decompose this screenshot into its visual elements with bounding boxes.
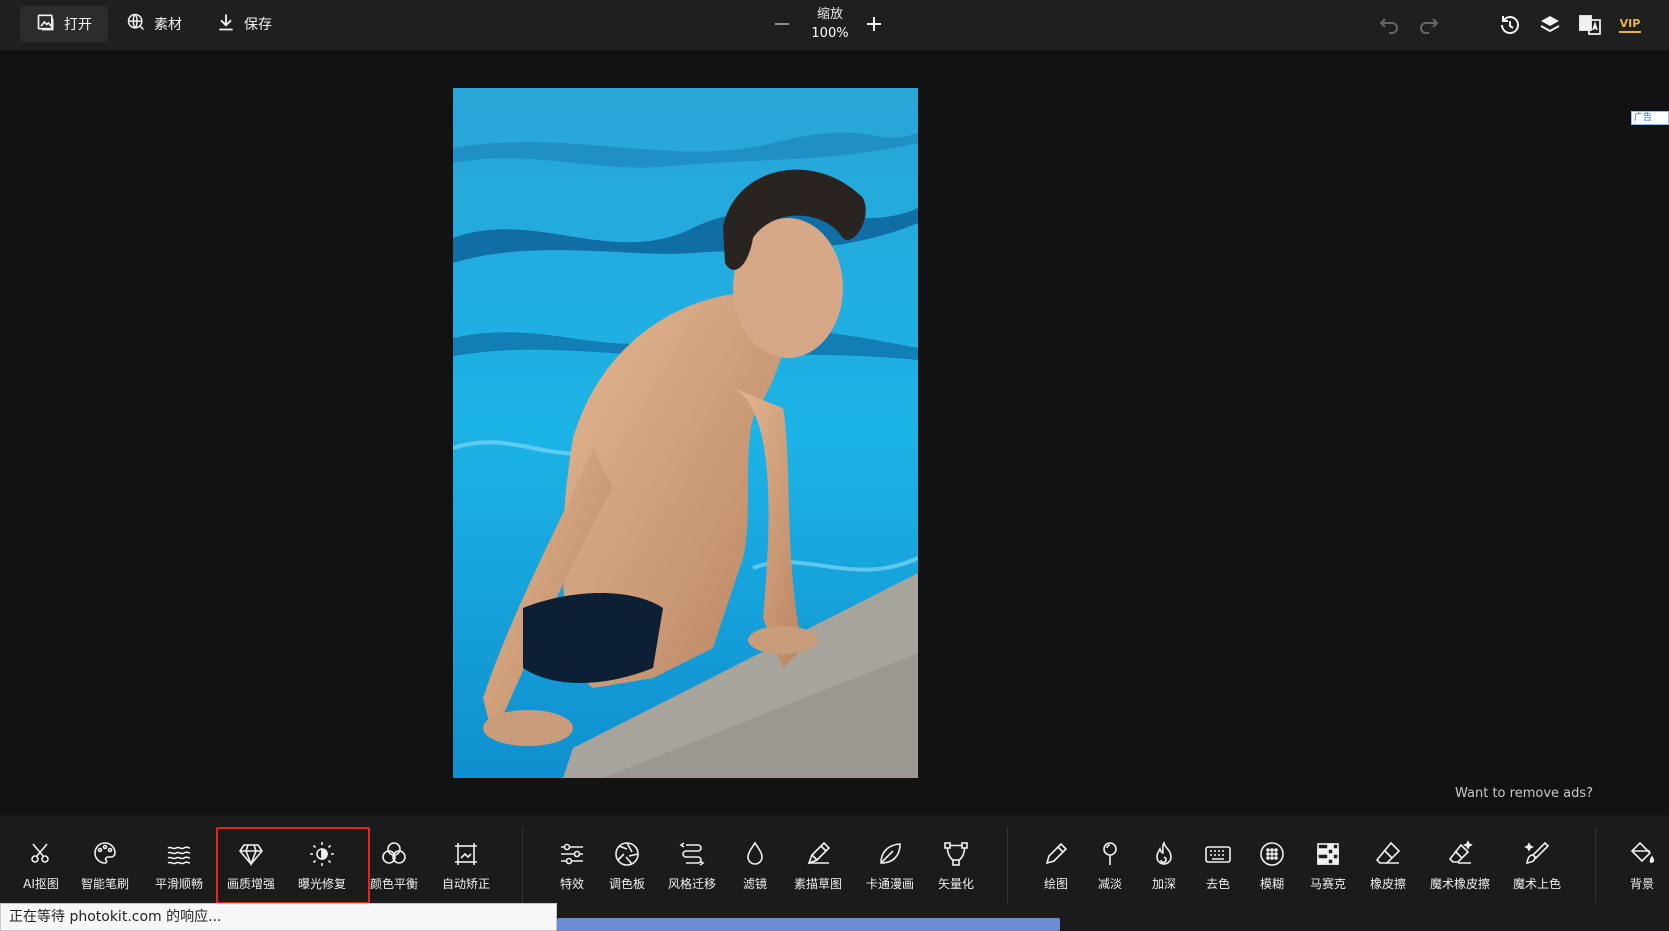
remove-ads-link[interactable]: Want to remove ads? [1455,786,1593,801]
scissors-icon [27,840,55,868]
vector-nodes-icon [942,840,970,868]
tool-crop-frame-button[interactable]: 自动矫正 [434,840,498,910]
tool-label: 背景 [1629,877,1654,891]
canvas-area: 广告 Want to remove ads? [0,50,1669,815]
diamond-icon [237,840,265,868]
tool-magic-brush-button[interactable]: 魔术上色 [1505,840,1569,910]
style-transfer-icon [678,840,706,868]
toolbar-divider [1007,827,1008,903]
undo-icon[interactable] [1377,13,1401,37]
tool-brightness-button[interactable]: 曝光修复 [290,840,354,910]
layers-icon[interactable] [1538,13,1562,37]
tool-vector-nodes-button[interactable]: 矢量化 [924,840,988,910]
assets-button[interactable]: 素材 [110,6,198,42]
tool-label: AI抠图 [23,877,59,891]
tool-sketch-pen-button[interactable]: 素描草图 [786,840,850,910]
tool-label: 曝光修复 [297,877,346,891]
tool-label: 魔术上色 [1512,877,1561,891]
dodge-icon [1096,840,1124,868]
tool-leaf-button[interactable]: 卡通漫画 [858,840,922,910]
sliders-icon [558,840,586,868]
zoom-in-button[interactable] [862,12,886,36]
save-button[interactable]: 保存 [200,6,288,42]
palette-icon [91,840,119,868]
paint-bucket-icon [1628,840,1656,868]
toolbar-divider [1595,827,1596,903]
image-icon [36,12,56,36]
pencil-icon [1042,840,1070,868]
color-circles-icon [380,840,408,868]
zoom-value: 100% [811,26,849,41]
tool-label: 画质增强 [226,877,275,891]
translate-icon[interactable] [1578,13,1602,37]
redo-icon[interactable] [1417,13,1441,37]
mosaic-icon [1314,840,1342,868]
tool-magic-eraser-button[interactable]: 魔术橡皮擦 [1428,840,1492,910]
tool-aperture-button[interactable]: 调色板 [595,840,659,910]
tool-mosaic-button[interactable]: 马赛克 [1296,840,1360,910]
zoom-label: 缩放 [816,7,843,22]
sketch-pen-icon [804,840,832,868]
tool-paint-bucket-button[interactable]: 背景 [1610,840,1669,910]
tool-label: 素描草图 [793,877,842,891]
top-bar: 打开 素材 保存 缩放 100% VIP [0,0,1669,50]
save-label: 保存 [244,17,272,33]
download-icon [216,12,236,36]
tool-label: 颜色平衡 [369,877,418,891]
tool-label: 模糊 [1259,877,1284,891]
edited-photo[interactable] [453,88,918,778]
tool-label: 滤镜 [742,877,767,891]
assets-label: 素材 [154,17,182,33]
globe-search-icon [126,12,146,36]
open-label: 打开 [64,17,92,33]
magic-brush-icon [1523,840,1551,868]
leaf-icon [876,840,904,868]
tool-label: 平滑顺畅 [154,877,203,891]
tool-drop-button[interactable]: 滤镜 [723,840,787,910]
zoom-out-button[interactable] [770,12,794,36]
tool-eraser-button[interactable]: 橡皮擦 [1356,840,1420,910]
open-button[interactable]: 打开 [20,6,108,42]
tool-label: 智能笔刷 [80,877,129,891]
vip-badge[interactable]: VIP [1619,15,1641,33]
aperture-icon [613,840,641,868]
magic-eraser-icon [1446,840,1474,868]
tool-diamond-button[interactable]: 画质增强 [219,840,283,910]
zoom-control: 缩放 100% [770,4,890,46]
tool-label: 自动矫正 [441,877,490,891]
keyboard-icon [1204,840,1232,868]
tool-label: 橡皮擦 [1369,877,1406,891]
tool-label: 调色板 [608,877,645,891]
tool-scissors-button[interactable]: AI抠图 [9,840,73,910]
toolbar-divider [522,827,523,903]
tool-style-transfer-button[interactable]: 风格迁移 [660,840,724,910]
drop-icon [741,840,769,868]
tool-label: 魔术橡皮擦 [1429,877,1490,891]
tool-label: 马赛克 [1309,877,1346,891]
tool-color-circles-button[interactable]: 颜色平衡 [362,840,426,910]
blur-icon [1258,840,1286,868]
flame-icon [1150,840,1178,868]
brightness-icon [308,840,336,868]
loading-progress-bar [557,918,1060,931]
tool-label: 风格迁移 [667,877,716,891]
crop-frame-icon [452,840,480,868]
history-icon[interactable] [1498,13,1522,37]
tool-waves-button[interactable]: 平滑顺畅 [147,840,211,910]
status-bar: 正在等待 photokit.com 的响应... [0,903,557,931]
waves-icon [165,840,193,868]
tool-palette-button[interactable]: 智能笔刷 [73,840,137,910]
tool-label: 卡通漫画 [865,877,914,891]
tool-blur-button[interactable]: 模糊 [1240,840,1304,910]
eraser-icon [1374,840,1402,868]
tool-label: 矢量化 [937,877,974,891]
ad-chip[interactable]: 广告 [1631,111,1669,125]
